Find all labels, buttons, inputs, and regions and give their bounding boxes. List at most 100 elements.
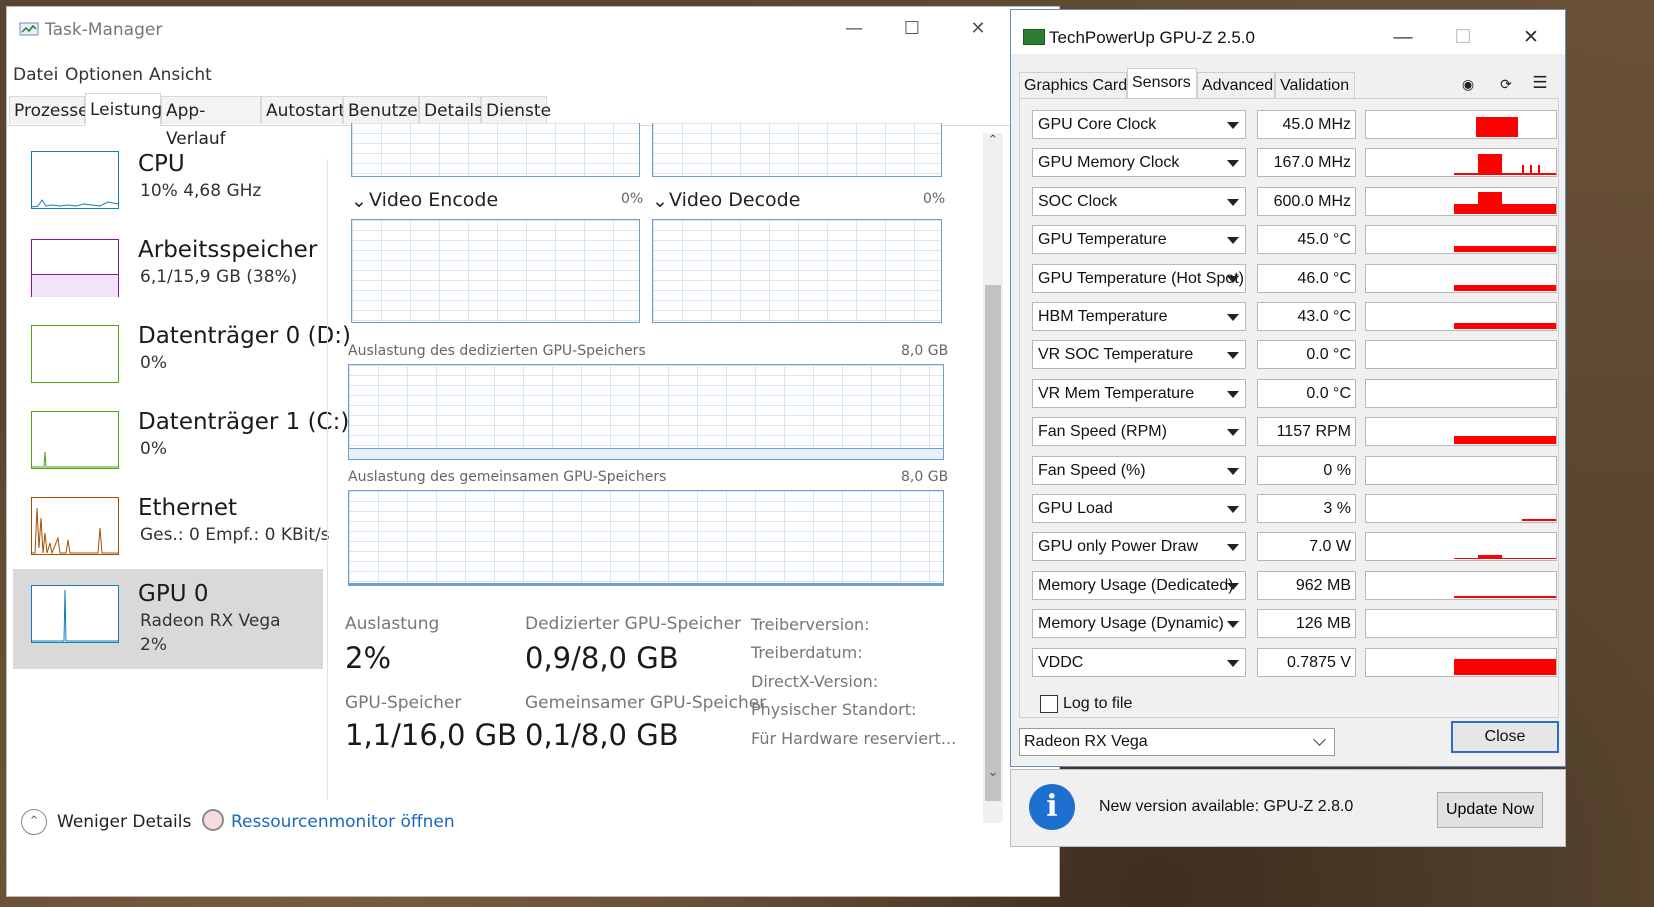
tab-graphics-card[interactable]: Graphics Card xyxy=(1019,72,1127,98)
close-button[interactable]: Close xyxy=(1451,721,1559,753)
sensor-name-dropdown[interactable]: GPU Load xyxy=(1032,494,1246,523)
physical-location-label: Physischer Standort: xyxy=(751,700,917,719)
sensor-row: HBM Temperature 43.0 °C xyxy=(1020,299,1590,333)
sensor-name-dropdown[interactable]: GPU Temperature (Hot Spot) xyxy=(1032,263,1246,293)
sensor-name-dropdown[interactable]: VDDC xyxy=(1032,647,1246,677)
sensor-graph xyxy=(1365,302,1557,331)
sensor-sparkline xyxy=(1454,323,1556,329)
menu-datei[interactable]: Datei xyxy=(13,65,58,85)
camera-icon[interactable]: ◉ xyxy=(1457,76,1479,93)
tab-prozesse[interactable]: Prozesse xyxy=(9,96,89,124)
gpuz-maximize-button[interactable]: ☐ xyxy=(1449,26,1477,50)
sensor-sparkline xyxy=(1476,117,1518,137)
tab-advanced[interactable]: Advanced xyxy=(1197,72,1275,98)
update-now-button[interactable]: Update Now xyxy=(1437,792,1543,828)
gpuz-minimize-button[interactable]: — xyxy=(1389,26,1417,50)
tab-sensors[interactable]: Sensors xyxy=(1127,68,1197,99)
sensor-sparkline xyxy=(1454,595,1556,598)
scrollbar-thumb[interactable] xyxy=(985,285,1001,801)
scroll-down-icon[interactable]: ⌄ xyxy=(983,765,1003,780)
scroll-up-icon[interactable]: ⌃ xyxy=(983,133,1003,148)
update-notification: i New version available: GPU-Z 2.8.0 Upd… xyxy=(1010,769,1566,847)
shared-mem-value: 0,1/8,0 GB xyxy=(525,718,679,752)
gpuz-close-window-button[interactable]: ✕ xyxy=(1517,26,1545,50)
driver-date-label: Treiberdatum: xyxy=(751,643,863,662)
sensor-graph xyxy=(1365,417,1557,447)
tab-autostart[interactable]: Autostart xyxy=(261,96,345,124)
sidebar-item-cpu[interactable]: CPU 10% 4,68 GHz xyxy=(13,139,323,235)
tab-benutzer[interactable]: Benutzer xyxy=(343,96,425,124)
sensor-row: Memory Usage (Dynamic) 126 MB xyxy=(1020,606,1590,640)
menu-optionen[interactable]: Optionen xyxy=(65,65,143,85)
video-encode-chevron-icon[interactable]: ⌄ xyxy=(351,190,367,212)
tab-details[interactable]: Details xyxy=(419,96,483,124)
card-select[interactable]: Radeon RX Vega xyxy=(1019,728,1335,756)
sensor-value: 167.0 MHz xyxy=(1257,148,1356,178)
menu-icon[interactable]: ☰ xyxy=(1529,73,1551,93)
gpuz-app-icon xyxy=(1023,29,1045,45)
chevron-down-icon xyxy=(1313,733,1326,746)
dropdown-arrow-icon xyxy=(1227,237,1239,245)
sensor-row: Fan Speed (%) 0 % xyxy=(1020,453,1590,487)
fewer-details-link[interactable]: Weniger Details xyxy=(57,812,191,832)
tab-app-verlauf[interactable]: App-Verlauf xyxy=(161,96,261,149)
sensor-name-dropdown[interactable]: GPU only Power Draw xyxy=(1032,532,1246,562)
sensor-sparkline xyxy=(1454,246,1556,253)
sidebar-item-gpu0[interactable]: GPU 0 Radeon RX Vega 2% xyxy=(13,569,323,669)
sensor-name-dropdown[interactable]: GPU Temperature xyxy=(1032,225,1246,255)
sensor-graph xyxy=(1365,647,1557,677)
shared-mem-caption: Auslastung des gemeinsamen GPU-Speichers xyxy=(348,469,667,485)
dedicated-mem-fill xyxy=(349,448,943,459)
close-button[interactable]: ✕ xyxy=(963,17,993,41)
sidebar-item-disk-d[interactable]: Datenträger 0 (D:) 0% xyxy=(13,311,351,407)
dedicated-mem-max: 8,0 GB xyxy=(901,343,949,359)
gpuz-window: TechPowerUp GPU-Z 2.5.0 — ☐ ✕ Graphics C… xyxy=(1010,9,1566,767)
minimize-button[interactable]: — xyxy=(839,17,869,41)
dropdown-arrow-icon xyxy=(1227,275,1239,283)
sensor-name-dropdown[interactable]: VR SOC Temperature xyxy=(1032,340,1246,370)
menu-ansicht[interactable]: Ansicht xyxy=(149,65,212,85)
sensor-name-dropdown[interactable]: Fan Speed (%) xyxy=(1032,455,1246,485)
dropdown-arrow-icon xyxy=(1227,544,1239,552)
sensor-name-dropdown[interactable]: Memory Usage (Dedicated) xyxy=(1032,570,1246,600)
sensor-name-dropdown[interactable]: SOC Clock xyxy=(1032,186,1246,216)
sensor-graph xyxy=(1365,186,1557,216)
vertical-scrollbar[interactable]: ⌃ ⌄ xyxy=(983,133,1003,823)
sensor-name-dropdown[interactable]: Fan Speed (RPM) xyxy=(1032,417,1246,447)
sensor-name-dropdown[interactable]: HBM Temperature xyxy=(1032,302,1246,331)
tab-dienste[interactable]: Dienste xyxy=(481,96,551,124)
sensor-name: GPU Load xyxy=(1038,500,1113,517)
info-icon: i xyxy=(1029,784,1075,830)
gpu-mem-value: 1,1/16,0 GB xyxy=(345,718,518,752)
maximize-button[interactable]: ☐ xyxy=(897,17,927,41)
sensor-value: 0.7875 V xyxy=(1257,647,1356,677)
video-decode-chevron-icon[interactable]: ⌄ xyxy=(652,190,668,212)
sensor-graph xyxy=(1365,340,1557,370)
sidebar-item-ethernet[interactable]: Ethernet Ges.: 0 Empf.: 0 KBit/s xyxy=(13,483,330,579)
sensor-value: 0.0 °C xyxy=(1257,340,1356,370)
chevron-up-circle-icon[interactable]: ⌃ xyxy=(21,809,47,835)
video-encode-title: Video Encode xyxy=(369,189,499,211)
window-title: Task-Manager xyxy=(45,20,163,40)
sensor-row: GPU only Power Draw 7.0 W xyxy=(1020,529,1590,563)
tab-validation[interactable]: Validation xyxy=(1275,72,1355,98)
sidebar-item-sub2: 2% xyxy=(140,635,167,655)
sidebar-item-sub: Ges.: 0 Empf.: 0 KBit/s xyxy=(140,525,330,545)
sensor-name-dropdown[interactable]: GPU Memory Clock xyxy=(1032,148,1246,178)
sensor-name-dropdown[interactable]: Memory Usage (Dynamic) xyxy=(1032,609,1246,639)
sidebar-item-disk-c[interactable]: Datenträger 1 (C:) 0% xyxy=(13,397,349,493)
sensor-row: VR Mem Temperature 0.0 °C xyxy=(1020,376,1590,410)
sensor-graph xyxy=(1365,494,1557,523)
sensor-sparkline xyxy=(1454,284,1556,291)
sensor-graph xyxy=(1365,609,1557,639)
open-resource-monitor-link[interactable]: Ressourcenmonitor öffnen xyxy=(231,812,455,832)
refresh-icon[interactable]: ⟳ xyxy=(1495,76,1517,93)
tab-leistung[interactable]: Leistung xyxy=(85,93,162,126)
video-decode-pct: 0% xyxy=(923,191,946,207)
sensor-name-dropdown[interactable]: VR Mem Temperature xyxy=(1032,378,1246,408)
sensor-name-dropdown[interactable]: GPU Core Clock xyxy=(1032,110,1246,139)
sensor-value: 126 MB xyxy=(1257,609,1356,639)
sidebar-item-memory[interactable]: Arbeitsspeicher 6,1/15,9 GB (38%) xyxy=(13,225,323,321)
log-to-file-label: Log to file xyxy=(1063,695,1133,712)
log-to-file-checkbox[interactable] xyxy=(1040,695,1058,713)
